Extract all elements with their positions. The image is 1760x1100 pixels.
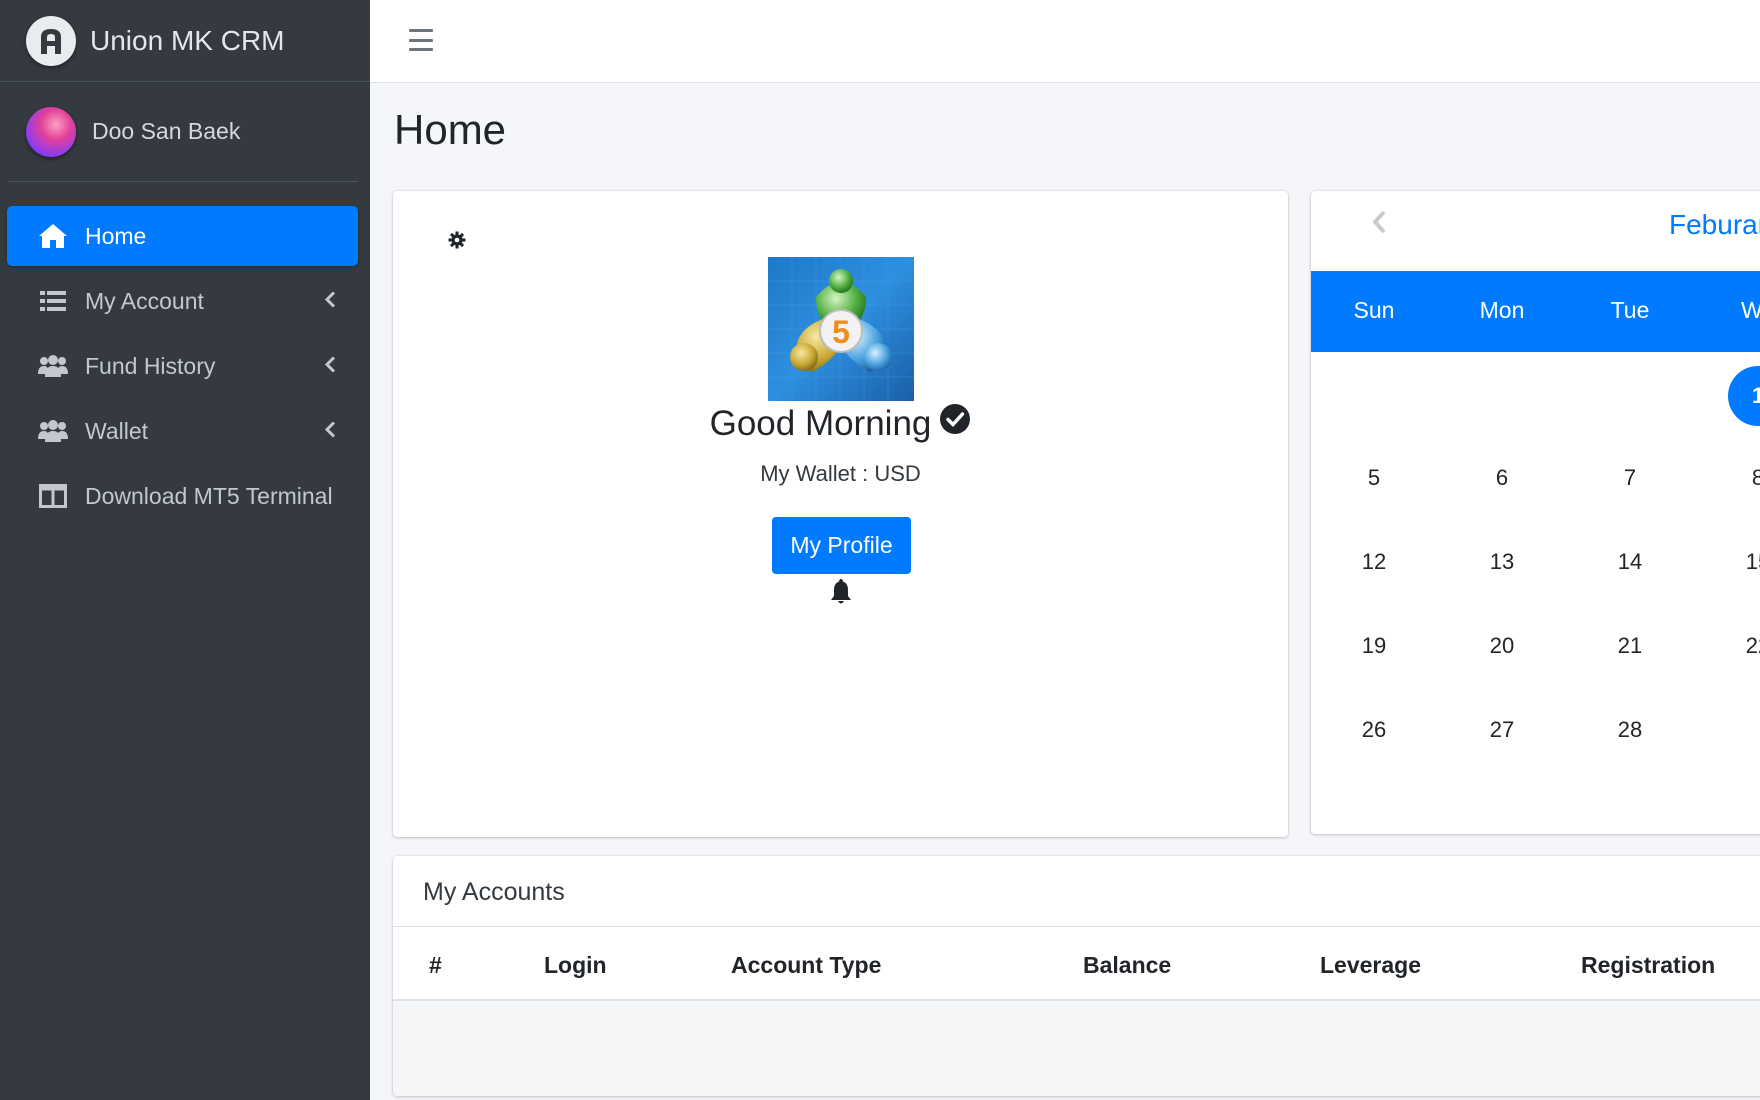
calendar-month: Feburary bbox=[1669, 209, 1760, 240]
menu-toggle-icon[interactable] bbox=[406, 26, 436, 54]
chevron-left-icon bbox=[324, 353, 336, 380]
sidebar-item-download-mt5[interactable]: Download MT5 Terminal bbox=[7, 466, 358, 526]
gear-icon[interactable] bbox=[448, 231, 466, 254]
sidebar-item-wallet[interactable]: Wallet bbox=[7, 401, 358, 461]
calendar-day[interactable]: 13 bbox=[1462, 549, 1542, 575]
calendar-day-today[interactable]: 1 bbox=[1728, 366, 1760, 426]
brand-name: Union MK CRM bbox=[90, 24, 285, 56]
profile-card: 5 Good Morning My Wallet : USD My Profil… bbox=[393, 191, 1288, 837]
list-icon bbox=[37, 287, 69, 315]
calendar-day[interactable]: 14 bbox=[1590, 549, 1670, 575]
greeting-text: Good Morning bbox=[709, 403, 932, 443]
sidebar-item-label: Wallet bbox=[85, 417, 149, 444]
calendar-day[interactable]: 22 bbox=[1718, 633, 1760, 659]
mt5-logo-icon: 5 bbox=[768, 257, 914, 401]
user-panel[interactable]: Doo San Baek bbox=[8, 82, 358, 182]
table-header-account-type: Account Type bbox=[731, 952, 882, 978]
my-profile-button[interactable]: My Profile bbox=[772, 517, 911, 574]
table-header-login: Login bbox=[544, 952, 607, 978]
table-header-registration: Registration bbox=[1581, 952, 1716, 978]
sidebar-item-label: My Account bbox=[85, 287, 204, 314]
calendar-day[interactable]: 20 bbox=[1462, 633, 1542, 659]
bell-icon[interactable] bbox=[829, 579, 853, 610]
sidebar: Union MK CRM Doo San Baek Home My Accoun… bbox=[0, 0, 370, 1100]
calendar-day-today-label: 1 bbox=[1752, 383, 1760, 408]
avatar[interactable] bbox=[26, 106, 76, 157]
user-name[interactable]: Doo San Baek bbox=[92, 118, 240, 145]
calendar-card: Feburary Sun Mon Tue We 1 5 6 7 8 12 13 … bbox=[1311, 191, 1760, 834]
chevron-left-icon[interactable] bbox=[1371, 209, 1387, 240]
table-header-balance: Balance bbox=[1083, 952, 1172, 978]
calendar-day[interactable]: 21 bbox=[1590, 633, 1670, 659]
verified-check-icon bbox=[939, 403, 971, 444]
svg-text:5: 5 bbox=[832, 314, 850, 350]
calendar-weekday-header: Sun Mon Tue We bbox=[1311, 271, 1760, 352]
calendar-day[interactable]: 6 bbox=[1462, 465, 1542, 491]
greeting: Good Morning bbox=[393, 403, 1288, 444]
calendar-day[interactable]: 7 bbox=[1590, 465, 1670, 491]
divider bbox=[393, 926, 1760, 927]
chevron-left-icon bbox=[324, 418, 336, 445]
weekday-label: Tue bbox=[1610, 297, 1650, 323]
sidebar-item-fund-history[interactable]: Fund History bbox=[7, 336, 358, 396]
calendar-day[interactable]: 27 bbox=[1462, 717, 1542, 743]
card-title: My Accounts bbox=[423, 878, 565, 906]
table-header-number: # bbox=[429, 952, 442, 978]
top-navbar bbox=[370, 0, 1760, 83]
calendar-day[interactable]: 28 bbox=[1590, 717, 1670, 743]
weekday-label: Mon bbox=[1479, 297, 1525, 323]
weekday-label: Sun bbox=[1353, 297, 1395, 323]
brand-logo-icon bbox=[26, 15, 76, 66]
page-title: Home bbox=[394, 106, 507, 153]
sidebar-nav: Home My Account Fund History Wallet Down… bbox=[0, 182, 370, 526]
calendar-day[interactable]: 26 bbox=[1334, 717, 1414, 743]
chevron-left-icon bbox=[324, 288, 336, 315]
sidebar-item-label: Home bbox=[85, 222, 147, 249]
sidebar-item-label: Fund History bbox=[85, 352, 216, 379]
brand-link[interactable]: Union MK CRM bbox=[0, 0, 370, 82]
calendar-day[interactable]: 15 bbox=[1718, 549, 1760, 575]
weekday-label: We bbox=[1740, 297, 1760, 323]
users-icon bbox=[37, 417, 69, 445]
calendar-day[interactable]: 8 bbox=[1718, 465, 1760, 491]
table-header-leverage: Leverage bbox=[1320, 952, 1422, 978]
calendar-day[interactable]: 12 bbox=[1334, 549, 1414, 575]
sidebar-item-home[interactable]: Home bbox=[7, 206, 358, 266]
sidebar-item-label: Download MT5 Terminal bbox=[85, 482, 333, 509]
calendar-day[interactable]: 5 bbox=[1334, 465, 1414, 491]
wallet-currency: My Wallet : USD bbox=[760, 461, 921, 486]
my-accounts-card: My Accounts # Login Account Type Balance… bbox=[393, 856, 1760, 1096]
table-body bbox=[393, 1001, 1760, 1096]
columns-icon bbox=[37, 482, 69, 510]
home-icon bbox=[37, 222, 69, 250]
users-icon bbox=[37, 352, 69, 380]
calendar-day[interactable]: 19 bbox=[1334, 633, 1414, 659]
sidebar-item-my-account[interactable]: My Account bbox=[7, 271, 358, 331]
